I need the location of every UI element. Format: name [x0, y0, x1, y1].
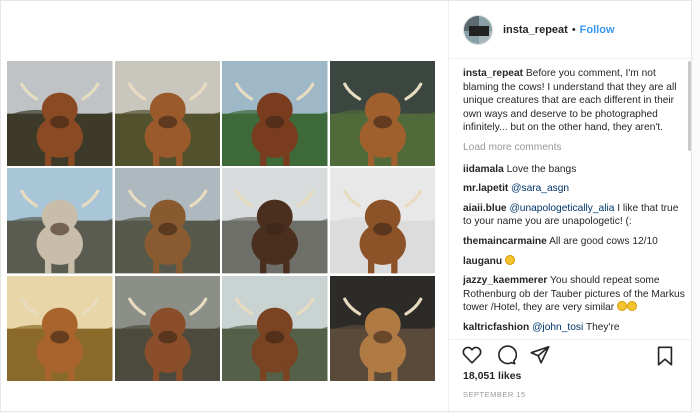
comment-username[interactable]: iidamala — [463, 164, 504, 175]
cow-photo-tile[interactable] — [222, 168, 328, 274]
post-header: insta_repeat • Follow — [449, 1, 694, 59]
comment-icon[interactable] — [495, 344, 517, 366]
comment-username[interactable]: lauganu — [463, 256, 502, 267]
grin-emoji-icon — [627, 301, 638, 312]
comment-mention[interactable]: @unapologetically_alia — [509, 203, 614, 214]
likes-count[interactable]: 18,051 likes — [463, 370, 521, 382]
comment: kaltricfashion @john_tosi They're — [463, 321, 685, 335]
header-username[interactable]: insta_repeat — [503, 24, 568, 36]
scrollbar[interactable] — [688, 61, 691, 151]
cow-photo-tile[interactable] — [7, 61, 113, 167]
grin-emoji-icon — [617, 301, 628, 312]
comment-username[interactable]: themaincarmaine — [463, 236, 547, 247]
comments-list: insta_repeat Before you comment, I'm not… — [463, 67, 685, 339]
comment: themaincarmaine All are good cows 12/10 — [463, 235, 685, 249]
follow-button[interactable]: Follow — [580, 24, 615, 36]
cow-photo-tile[interactable] — [222, 275, 328, 381]
cow-photo-tile[interactable] — [7, 168, 113, 274]
comment: aiaii.blue @unapologetically_alia I like… — [463, 202, 685, 229]
cow-photo-tile[interactable] — [7, 275, 113, 381]
comment: jazzy_kaemmerer You should repeat some R… — [463, 274, 685, 315]
comment: mr.lapetit @sara_asgn — [463, 182, 685, 196]
photo-grid[interactable] — [7, 61, 435, 381]
post-date: SEPTEMBER 15 — [463, 390, 526, 399]
comment-username[interactable]: kaltricfashion — [463, 322, 529, 333]
comment: lauganu — [463, 254, 685, 269]
grin-emoji-icon — [504, 254, 515, 265]
cow-photo-tile[interactable] — [114, 168, 220, 274]
cow-photo-tile[interactable] — [329, 61, 435, 167]
separator-dot: • — [571, 23, 576, 36]
share-icon[interactable] — [529, 344, 551, 366]
cow-photo-tile[interactable] — [222, 61, 328, 167]
cow-photo-tile[interactable] — [329, 168, 435, 274]
post-sidebar: insta_repeat • Follow insta_repeat Befor… — [448, 1, 694, 413]
comment-text: All are good cows 12/10 — [549, 235, 658, 247]
cow-photo-tile[interactable] — [114, 275, 220, 381]
comment-mention[interactable]: @sara_asgn — [511, 183, 569, 194]
avatar[interactable] — [463, 14, 493, 45]
cow-photo-tile[interactable] — [329, 275, 435, 381]
comment-text: They're — [585, 321, 620, 333]
comment-mention[interactable]: @john_tosi — [532, 322, 583, 333]
caption-username[interactable]: insta_repeat — [463, 68, 523, 79]
heart-icon[interactable] — [461, 344, 483, 366]
load-more-comments[interactable]: Load more comments — [463, 141, 685, 155]
action-bar — [449, 339, 694, 369]
comment-text: Love the bangs — [506, 163, 577, 175]
comment-username[interactable]: jazzy_kaemmerer — [463, 275, 547, 286]
cow-photo-tile[interactable] — [114, 61, 220, 167]
comment-username[interactable]: aiaii.blue — [463, 203, 507, 214]
instagram-post: insta_repeat • Follow insta_repeat Befor… — [0, 0, 694, 413]
bookmark-icon[interactable] — [654, 345, 676, 367]
caption: insta_repeat Before you comment, I'm not… — [463, 67, 685, 135]
comment-username[interactable]: mr.lapetit — [463, 183, 508, 194]
comment: iidamala Love the bangs — [463, 163, 685, 177]
